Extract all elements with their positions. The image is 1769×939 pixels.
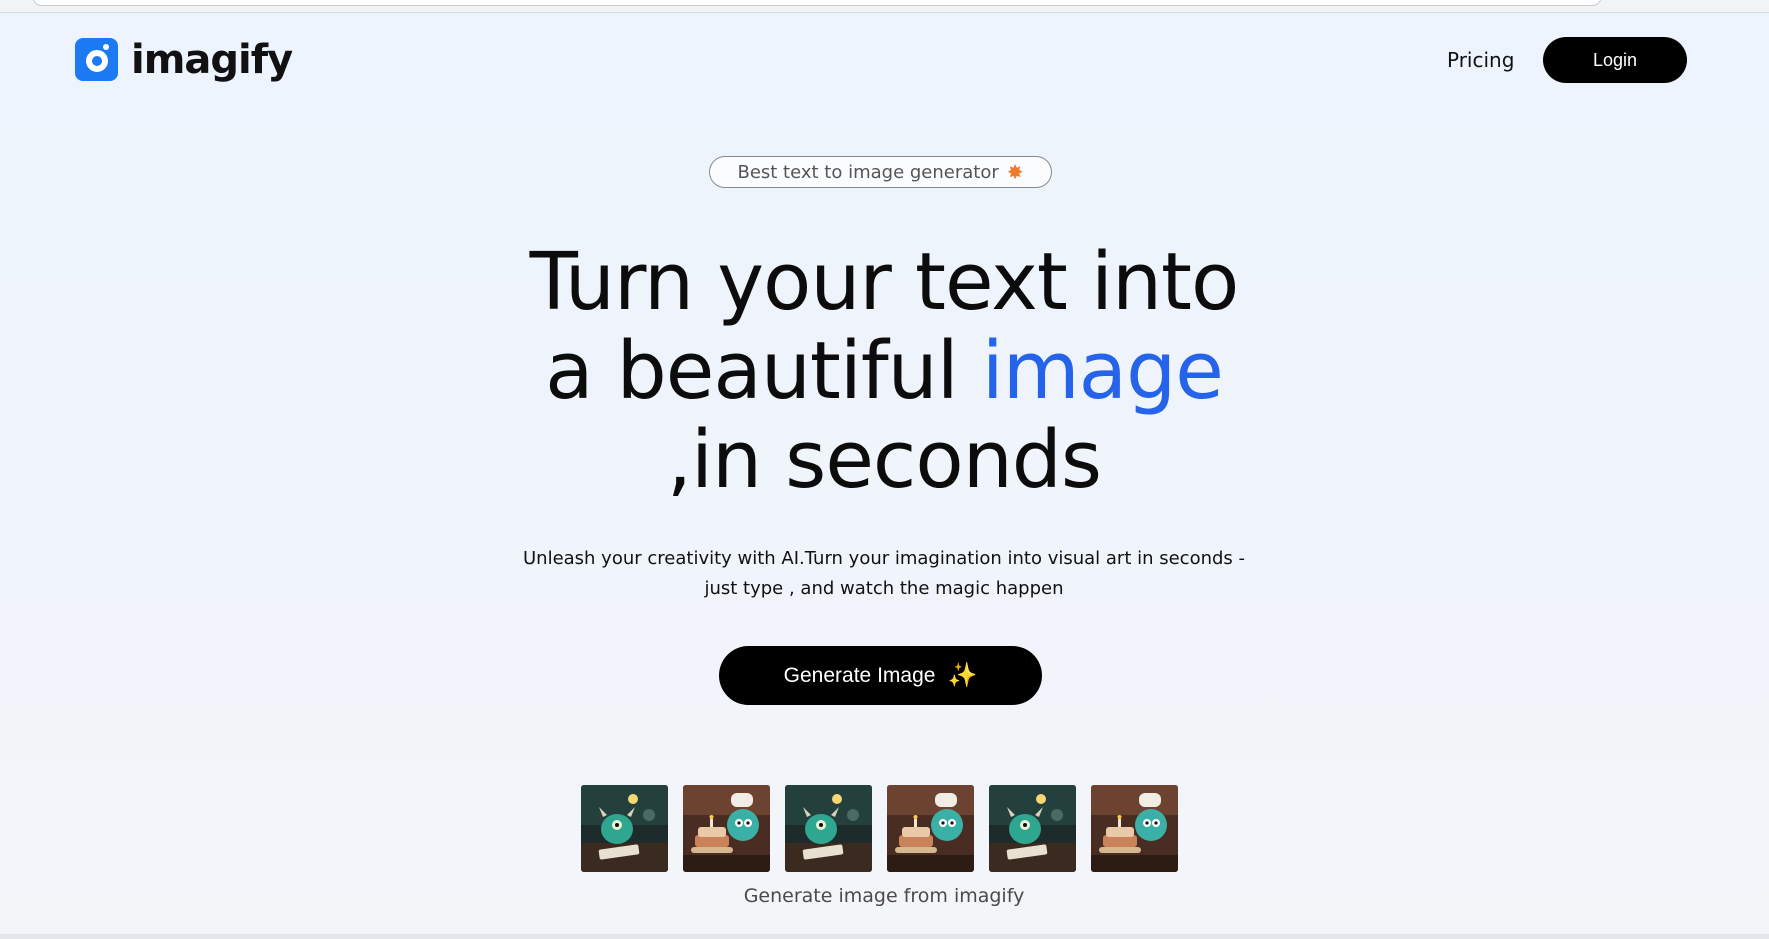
- hero-badge: Best text to image generator ✸: [709, 156, 1052, 188]
- hero-title-line2: a beautiful: [545, 325, 982, 417]
- logo-icon: [75, 38, 118, 81]
- brand-logo[interactable]: imagify: [75, 36, 293, 83]
- pricing-link[interactable]: Pricing: [1447, 48, 1514, 72]
- monster-cake-image-6[interactable]: [1091, 785, 1178, 872]
- hero-title-line3: ,in seconds: [666, 414, 1102, 506]
- hero-subtitle: Unleash your creativity with AI.Turn you…: [484, 544, 1284, 604]
- hero-title-accent: image: [981, 325, 1224, 417]
- landing-page: imagify Pricing Login Best text to image…: [0, 13, 1769, 934]
- hero-subtitle-line1: Unleash your creativity with AI.Turn you…: [522, 548, 1246, 569]
- generate-image-label: Generate Image: [783, 663, 936, 687]
- star-icon: ✸: [1006, 160, 1024, 184]
- hero-title-line1: Turn your text into: [529, 236, 1240, 328]
- monster-image-5[interactable]: [989, 785, 1076, 872]
- brand-name: imagify: [131, 36, 293, 83]
- login-button[interactable]: Login: [1543, 37, 1687, 83]
- bottom-edge: [0, 934, 1769, 939]
- sample-gallery: [581, 785, 1178, 872]
- address-bar[interactable]: [32, 0, 1602, 6]
- hero-title: Turn your text into a beautiful image ,i…: [384, 238, 1384, 505]
- generate-image-button[interactable]: Generate Image ✨: [719, 646, 1042, 705]
- gallery-caption: Generate image from imagify: [743, 885, 1025, 907]
- browser-chrome: [0, 0, 1769, 13]
- sparkles-icon: ✨: [947, 662, 978, 689]
- monster-image-3[interactable]: [785, 785, 872, 872]
- monster-image-1[interactable]: [581, 785, 668, 872]
- hero-badge-label: Best text to image generator: [737, 161, 999, 183]
- monster-cake-image-2[interactable]: [683, 785, 770, 872]
- hero-subtitle-line2: just type , and watch the magic happen: [704, 578, 1064, 599]
- monster-cake-image-4[interactable]: [887, 785, 974, 872]
